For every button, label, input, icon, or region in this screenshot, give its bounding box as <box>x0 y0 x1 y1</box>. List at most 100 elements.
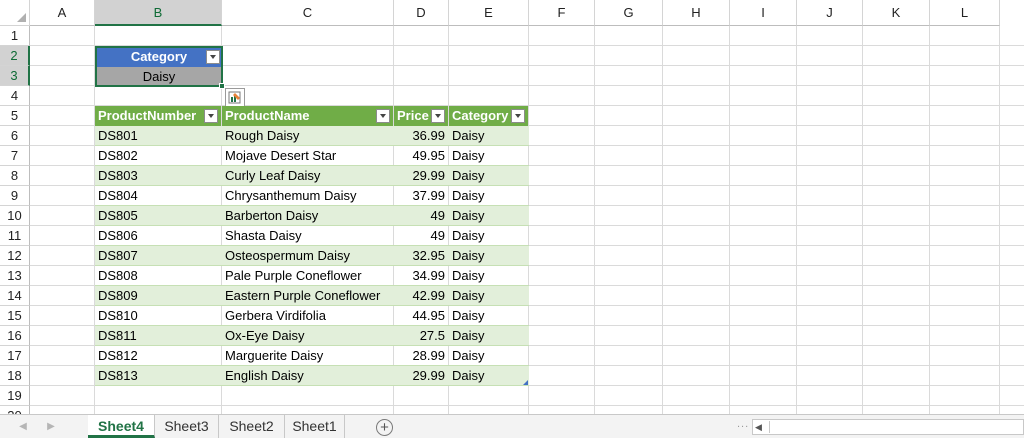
row-header-4[interactable]: 4 <box>0 86 30 106</box>
table-cell-category[interactable]: Daisy <box>449 186 528 206</box>
table-cell-productnumber[interactable]: DS805 <box>95 206 221 226</box>
column-header-j[interactable]: J <box>797 0 863 26</box>
table-cell-category[interactable]: Daisy <box>449 346 528 366</box>
table-cell-productname[interactable]: Curly Leaf Daisy <box>222 166 393 186</box>
select-all-corner[interactable] <box>0 0 30 26</box>
table-cell-productnumber[interactable]: DS809 <box>95 286 221 306</box>
table-header-category[interactable]: Category <box>449 106 528 126</box>
sheet-tab-sheet3[interactable]: Sheet3 <box>155 415 219 438</box>
table-cell-category[interactable]: Daisy <box>449 286 528 306</box>
table-cell-productnumber[interactable]: DS811 <box>95 326 221 346</box>
sheet-tab-sheet4[interactable]: Sheet4 <box>88 415 155 438</box>
column-header-l[interactable]: L <box>930 0 1000 26</box>
table-cell-productname[interactable]: Rough Daisy <box>222 126 393 146</box>
row-header-18[interactable]: 18 <box>0 366 30 386</box>
scroll-tabs-right-icon[interactable]: ▶ <box>44 420 58 434</box>
table-cell-price[interactable]: 28.99 <box>394 346 448 366</box>
table-cell-productnumber[interactable]: DS807 <box>95 246 221 266</box>
column-header-h[interactable]: H <box>663 0 730 26</box>
column-header-b[interactable]: B <box>95 0 222 26</box>
table-cell-price[interactable]: 49.95 <box>394 146 448 166</box>
column-header-g[interactable]: G <box>595 0 663 26</box>
quick-analysis-button[interactable] <box>225 88 245 107</box>
column-header-c[interactable]: C <box>222 0 394 26</box>
row-header-12[interactable]: 12 <box>0 246 30 266</box>
table-cell-productname[interactable]: Pale Purple Coneflower <box>222 266 393 286</box>
filter-dropdown-icon[interactable] <box>431 109 445 123</box>
table-cell-category[interactable]: Daisy <box>449 306 528 326</box>
table-cell-category[interactable]: Daisy <box>449 206 528 226</box>
table-cell-price[interactable]: 44.95 <box>394 306 448 326</box>
table-resize-handle[interactable] <box>523 380 528 385</box>
table-cell-price[interactable]: 49 <box>394 206 448 226</box>
table-cell-price[interactable]: 32.95 <box>394 246 448 266</box>
table-cell-productname[interactable]: Mojave Desert Star <box>222 146 393 166</box>
table-cell-productnumber[interactable]: DS803 <box>95 166 221 186</box>
column-header-e[interactable]: E <box>449 0 529 26</box>
criteria-value-cell[interactable]: Daisy <box>96 67 222 86</box>
table-cell-price[interactable]: 42.99 <box>394 286 448 306</box>
new-sheet-button[interactable]: + <box>376 419 393 436</box>
table-cell-price[interactable]: 29.99 <box>394 166 448 186</box>
row-header-7[interactable]: 7 <box>0 146 30 166</box>
table-cell-productnumber[interactable]: DS813 <box>95 366 221 386</box>
row-header-19[interactable]: 19 <box>0 386 30 406</box>
table-cell-productname[interactable]: Osteospermum Daisy <box>222 246 393 266</box>
table-cell-productname[interactable]: Barberton Daisy <box>222 206 393 226</box>
row-header-14[interactable]: 14 <box>0 286 30 306</box>
table-cell-category[interactable]: Daisy <box>449 226 528 246</box>
table-cell-category[interactable]: Daisy <box>449 366 528 386</box>
table-cell-productname[interactable]: Shasta Daisy <box>222 226 393 246</box>
criteria-filter-dropdown-icon[interactable] <box>206 50 220 64</box>
table-cell-category[interactable]: Daisy <box>449 326 528 346</box>
sheet-tab-sheet1[interactable]: Sheet1 <box>285 415 345 438</box>
row-header-20[interactable]: 20 <box>0 406 30 414</box>
column-header-f[interactable]: F <box>529 0 595 26</box>
table-cell-category[interactable]: Daisy <box>449 266 528 286</box>
table-cell-productname[interactable]: English Daisy <box>222 366 393 386</box>
table-cell-productname[interactable]: Ox-Eye Daisy <box>222 326 393 346</box>
table-cell-productnumber[interactable]: DS804 <box>95 186 221 206</box>
table-cell-category[interactable]: Daisy <box>449 146 528 166</box>
row-header-10[interactable]: 10 <box>0 206 30 226</box>
row-header-15[interactable]: 15 <box>0 306 30 326</box>
sheet-tab-sheet2[interactable]: Sheet2 <box>219 415 285 438</box>
table-cell-category[interactable]: Daisy <box>449 166 528 186</box>
table-cell-productnumber[interactable]: DS801 <box>95 126 221 146</box>
row-header-6[interactable]: 6 <box>0 126 30 146</box>
table-cell-category[interactable]: Daisy <box>449 126 528 146</box>
column-header-d[interactable]: D <box>394 0 449 26</box>
column-header-i[interactable]: I <box>730 0 797 26</box>
table-cell-price[interactable]: 36.99 <box>394 126 448 146</box>
row-header-11[interactable]: 11 <box>0 226 30 246</box>
table-cell-price[interactable]: 27.5 <box>394 326 448 346</box>
row-header-16[interactable]: 16 <box>0 326 30 346</box>
filter-dropdown-icon[interactable] <box>511 109 525 123</box>
column-header-a[interactable]: A <box>30 0 95 26</box>
column-header-k[interactable]: K <box>863 0 930 26</box>
row-header-13[interactable]: 13 <box>0 266 30 286</box>
table-cell-price[interactable]: 49 <box>394 226 448 246</box>
worksheet-grid[interactable]: ABCDEFGHIJKL 1 2 3 4 5 6 7 8 9 10 11 12 13 14 15 16 17 18… <box>0 0 1024 414</box>
scroll-left-arrow-icon[interactable]: ◀ <box>755 420 762 434</box>
table-cell-productnumber[interactable]: DS810 <box>95 306 221 326</box>
scroll-tabs-left-icon[interactable]: ◀ <box>16 420 30 434</box>
table-cell-category[interactable]: Daisy <box>449 246 528 266</box>
tab-split-handle[interactable]: ... <box>737 418 749 430</box>
table-header-price[interactable]: Price <box>394 106 448 126</box>
table-cell-productnumber[interactable]: DS812 <box>95 346 221 366</box>
table-cell-productname[interactable]: Chrysanthemum Daisy <box>222 186 393 206</box>
row-header-3[interactable]: 3 <box>0 66 30 86</box>
filter-dropdown-icon[interactable] <box>204 109 218 123</box>
table-cell-productnumber[interactable]: DS808 <box>95 266 221 286</box>
table-cell-productnumber[interactable]: DS806 <box>95 226 221 246</box>
table-cell-productname[interactable]: Eastern Purple Coneflower <box>222 286 393 306</box>
criteria-header-cell[interactable]: Category <box>96 47 222 67</box>
filter-dropdown-icon[interactable] <box>376 109 390 123</box>
table-cell-price[interactable]: 34.99 <box>394 266 448 286</box>
table-cell-price[interactable]: 37.99 <box>394 186 448 206</box>
table-cell-productname[interactable]: Gerbera Virdifolia <box>222 306 393 326</box>
row-header-8[interactable]: 8 <box>0 166 30 186</box>
row-header-1[interactable]: 1 <box>0 26 30 46</box>
row-header-5[interactable]: 5 <box>0 106 30 126</box>
